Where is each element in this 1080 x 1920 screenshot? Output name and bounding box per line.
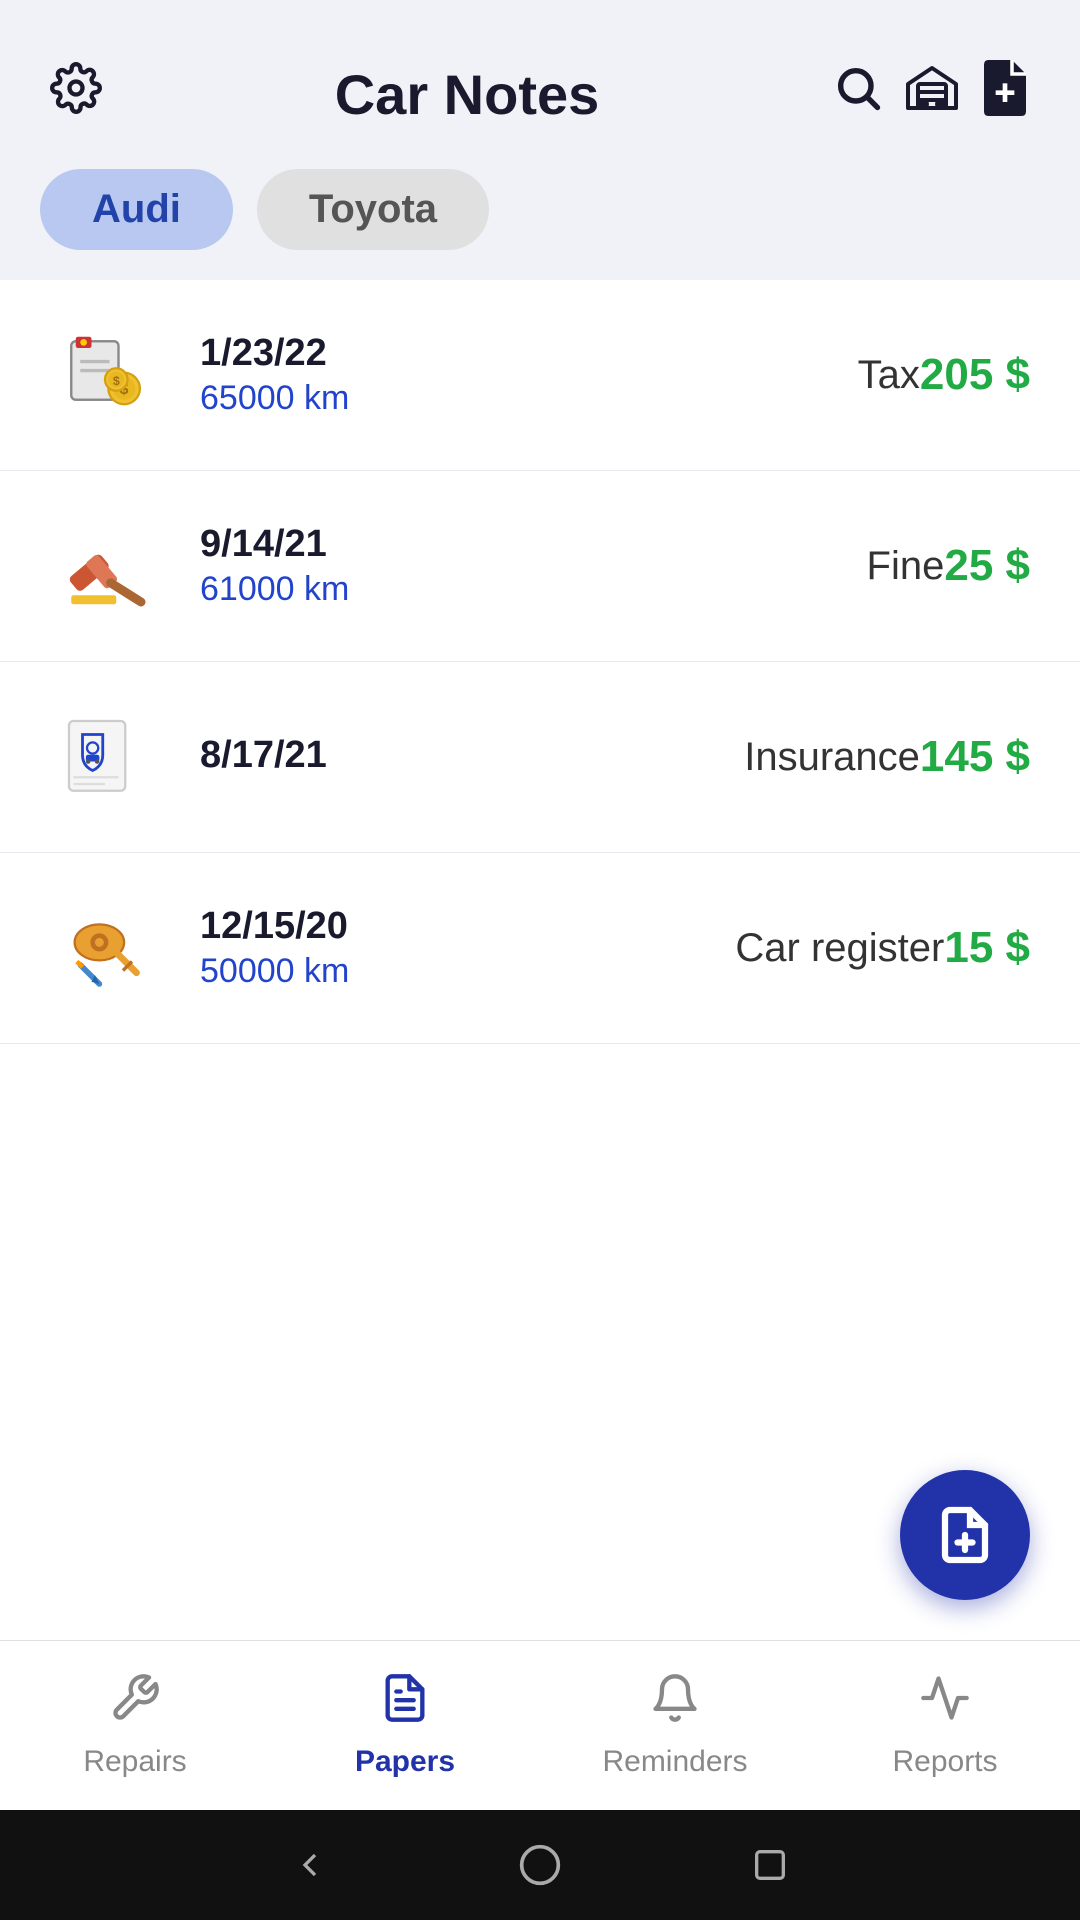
car-tabs: Audi Toyota [0, 159, 1080, 280]
item-date: 8/17/21 [200, 734, 714, 777]
item-name: Car register [735, 926, 944, 971]
item-date: 1/23/22 [200, 332, 828, 375]
item-amount: 15 $ [944, 923, 1030, 973]
svg-text:$: $ [113, 374, 120, 388]
item-name: Tax [858, 353, 920, 398]
bottom-nav: Repairs Papers Reminders [0, 1640, 1080, 1810]
item-info: 9/14/21 61000 km [200, 523, 837, 609]
item-amount: 25 $ [944, 541, 1030, 591]
back-button[interactable] [285, 1840, 335, 1890]
add-document-icon[interactable] [980, 60, 1030, 129]
wrench-icon [109, 1672, 161, 1737]
item-info: 12/15/20 50000 km [200, 905, 705, 991]
recents-button[interactable] [745, 1840, 795, 1890]
item-km: 65000 km [200, 379, 828, 418]
garage-icon[interactable] [904, 62, 960, 127]
item-info: 8/17/21 [200, 734, 714, 781]
list-item[interactable]: 12/15/20 50000 km Car register 15 $ [0, 853, 1080, 1044]
nav-papers[interactable]: Papers [270, 1641, 540, 1810]
item-km: 61000 km [200, 570, 837, 609]
item-amount: 145 $ [920, 732, 1030, 782]
bell-icon [649, 1672, 701, 1737]
item-date: 9/14/21 [200, 523, 837, 566]
fine-icon [50, 511, 160, 621]
insurance-icon [50, 702, 160, 812]
item-name: Fine [867, 544, 945, 589]
settings-icon[interactable] [50, 62, 102, 127]
add-paper-fab[interactable] [900, 1470, 1030, 1600]
item-date: 12/15/20 [200, 905, 705, 948]
content-wrapper: $ $ 1/23/22 65000 km Tax 205 $ [0, 280, 1080, 1640]
list-item[interactable]: $ $ 1/23/22 65000 km Tax 205 $ [0, 280, 1080, 471]
page-title: Car Notes [112, 62, 822, 127]
reports-label: Reports [892, 1745, 997, 1779]
papers-list: $ $ 1/23/22 65000 km Tax 205 $ [0, 280, 1080, 1640]
item-km: 50000 km [200, 952, 705, 991]
tax-icon: $ $ [50, 320, 160, 430]
item-name: Insurance [744, 735, 920, 780]
register-icon [50, 893, 160, 1003]
papers-icon [379, 1672, 431, 1737]
repairs-label: Repairs [83, 1745, 186, 1779]
papers-label: Papers [355, 1745, 455, 1779]
list-item[interactable]: 8/17/21 Insurance 145 $ [0, 662, 1080, 853]
item-amount: 205 $ [920, 350, 1030, 400]
search-icon[interactable] [832, 62, 884, 127]
nav-repairs[interactable]: Repairs [0, 1641, 270, 1810]
reports-icon [919, 1672, 971, 1737]
android-nav-bar [0, 1810, 1080, 1920]
nav-reports[interactable]: Reports [810, 1641, 1080, 1810]
reminders-label: Reminders [602, 1745, 747, 1779]
nav-reminders[interactable]: Reminders [540, 1641, 810, 1810]
item-info: 1/23/22 65000 km [200, 332, 828, 418]
header: Car Notes [0, 0, 1080, 159]
tab-toyota[interactable]: Toyota [257, 169, 489, 250]
tab-audi[interactable]: Audi [40, 169, 233, 250]
home-button[interactable] [515, 1840, 565, 1890]
list-item[interactable]: 9/14/21 61000 km Fine 25 $ [0, 471, 1080, 662]
